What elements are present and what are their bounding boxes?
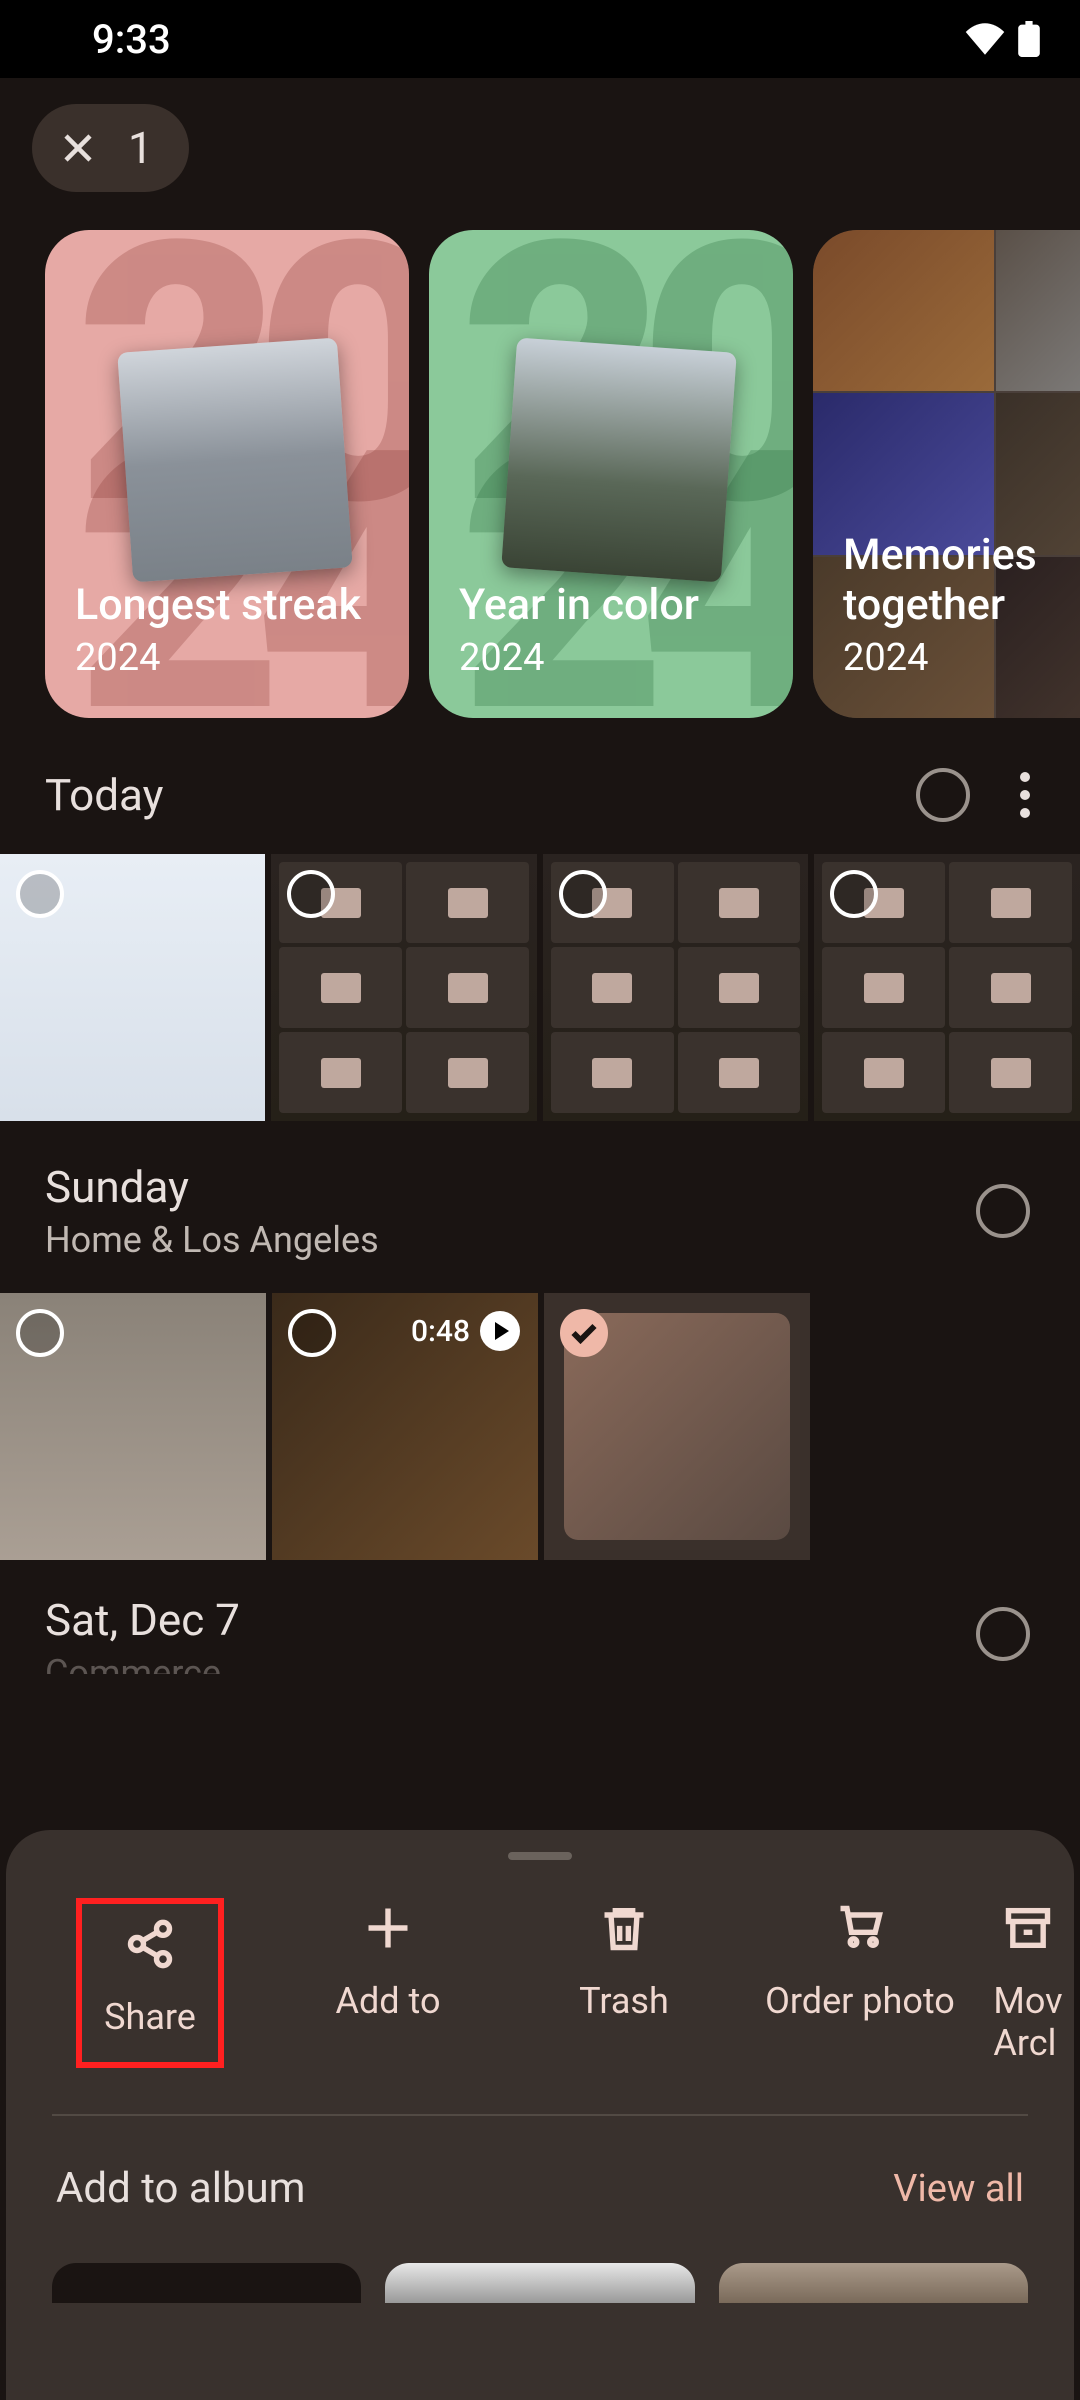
photo-thumb[interactable] bbox=[0, 854, 265, 1121]
photo-thumb-selected[interactable] bbox=[544, 1293, 810, 1560]
video-duration-badge: 0:48 bbox=[411, 1311, 520, 1351]
photo-thumb[interactable] bbox=[271, 854, 537, 1121]
photo-row-today bbox=[0, 840, 1080, 1121]
memory-card-longest-streak[interactable]: 20 24 Longest streak 2024 bbox=[45, 230, 409, 718]
date-subtitle: Home & Los Angeles bbox=[45, 1219, 379, 1261]
more-menu-icon[interactable] bbox=[1020, 772, 1030, 818]
album-thumb[interactable] bbox=[52, 2263, 361, 2303]
album-thumb[interactable] bbox=[385, 2263, 694, 2303]
select-all-today[interactable] bbox=[916, 768, 970, 822]
album-thumbnails bbox=[6, 2243, 1074, 2303]
archive-icon bbox=[1002, 1902, 1054, 1954]
plus-icon bbox=[362, 1902, 414, 1954]
trash-icon bbox=[598, 1902, 650, 1954]
memory-card-memories-together[interactable]: Memories together 2024 bbox=[813, 230, 1080, 718]
selection-count: 1 bbox=[128, 122, 153, 174]
trash-action[interactable]: Trash bbox=[506, 1902, 742, 2064]
add-to-album-row: Add to album View all bbox=[6, 2116, 1074, 2243]
play-icon bbox=[480, 1311, 520, 1351]
date-title: Sat, Dec 7 bbox=[45, 1594, 240, 1646]
memory-title: Year in color bbox=[459, 581, 763, 630]
status-icons bbox=[964, 21, 1040, 57]
select-all-sunday[interactable] bbox=[976, 1184, 1030, 1238]
photo-row-sunday: 0:48 bbox=[0, 1279, 1080, 1560]
status-time: 9:33 bbox=[92, 16, 171, 63]
select-all-sat[interactable] bbox=[976, 1607, 1030, 1661]
share-icon bbox=[124, 1918, 176, 1970]
action-label: Trash bbox=[579, 1980, 669, 2022]
date-header-sat: Sat, Dec 7 Commerce bbox=[0, 1560, 1080, 1692]
date-header-sunday: Sunday Home & Los Angeles bbox=[0, 1121, 1080, 1279]
wifi-icon bbox=[964, 23, 1006, 55]
cart-icon bbox=[834, 1902, 886, 1954]
selection-pill: 1 bbox=[32, 104, 189, 192]
memory-card-year-in-color[interactable]: 20 24 Year in color 2024 bbox=[429, 230, 793, 718]
memory-title: Memories together bbox=[843, 531, 1080, 630]
select-circle-icon[interactable] bbox=[16, 870, 64, 918]
action-row: Share Add to Trash Order photo MovArcl bbox=[6, 1860, 1074, 2114]
order-photo-action[interactable]: Order photo bbox=[742, 1902, 978, 2064]
select-circle-icon[interactable] bbox=[559, 870, 607, 918]
selected-check-icon[interactable] bbox=[560, 1309, 608, 1357]
select-circle-icon[interactable] bbox=[16, 1309, 64, 1357]
close-selection-button[interactable] bbox=[56, 126, 100, 170]
action-label: Share bbox=[104, 1996, 196, 2038]
photo-thumb[interactable] bbox=[543, 854, 809, 1121]
photo-thumb[interactable] bbox=[814, 854, 1080, 1121]
share-action[interactable]: Share bbox=[80, 1902, 220, 2064]
action-label: Order photo bbox=[765, 1980, 955, 2022]
date-subtitle: Commerce bbox=[45, 1652, 240, 1674]
memory-title: Longest streak bbox=[75, 581, 379, 630]
date-title: Today bbox=[45, 769, 163, 821]
photo-thumb[interactable] bbox=[0, 1293, 266, 1560]
add-to-album-label: Add to album bbox=[56, 2164, 306, 2213]
sheet-drag-handle[interactable] bbox=[508, 1852, 572, 1860]
memory-year: 2024 bbox=[75, 636, 379, 680]
memories-carousel[interactable]: 20 24 Longest streak 2024 20 24 Year in … bbox=[0, 212, 1080, 728]
memory-year: 2024 bbox=[843, 636, 1080, 680]
view-all-button[interactable]: View all bbox=[893, 2167, 1024, 2211]
bottom-sheet: Share Add to Trash Order photo MovArcl A… bbox=[6, 1830, 1074, 2400]
date-title: Sunday bbox=[45, 1161, 379, 1213]
selection-bar: 1 bbox=[0, 78, 1080, 212]
video-thumb[interactable]: 0:48 bbox=[272, 1293, 538, 1560]
select-circle-icon[interactable] bbox=[288, 1309, 336, 1357]
action-label: Add to bbox=[336, 1980, 441, 2022]
move-archive-action[interactable]: MovArcl bbox=[978, 1902, 1078, 2064]
status-bar: 9:33 bbox=[0, 0, 1080, 78]
album-thumb[interactable] bbox=[719, 2263, 1028, 2303]
battery-icon bbox=[1018, 21, 1040, 57]
memory-thumb bbox=[501, 338, 737, 583]
add-to-action[interactable]: Add to bbox=[270, 1902, 506, 2064]
date-header-today: Today bbox=[0, 728, 1080, 840]
memory-year: 2024 bbox=[459, 636, 763, 680]
action-label: MovArcl bbox=[993, 1980, 1062, 2064]
memory-thumb bbox=[117, 338, 353, 583]
